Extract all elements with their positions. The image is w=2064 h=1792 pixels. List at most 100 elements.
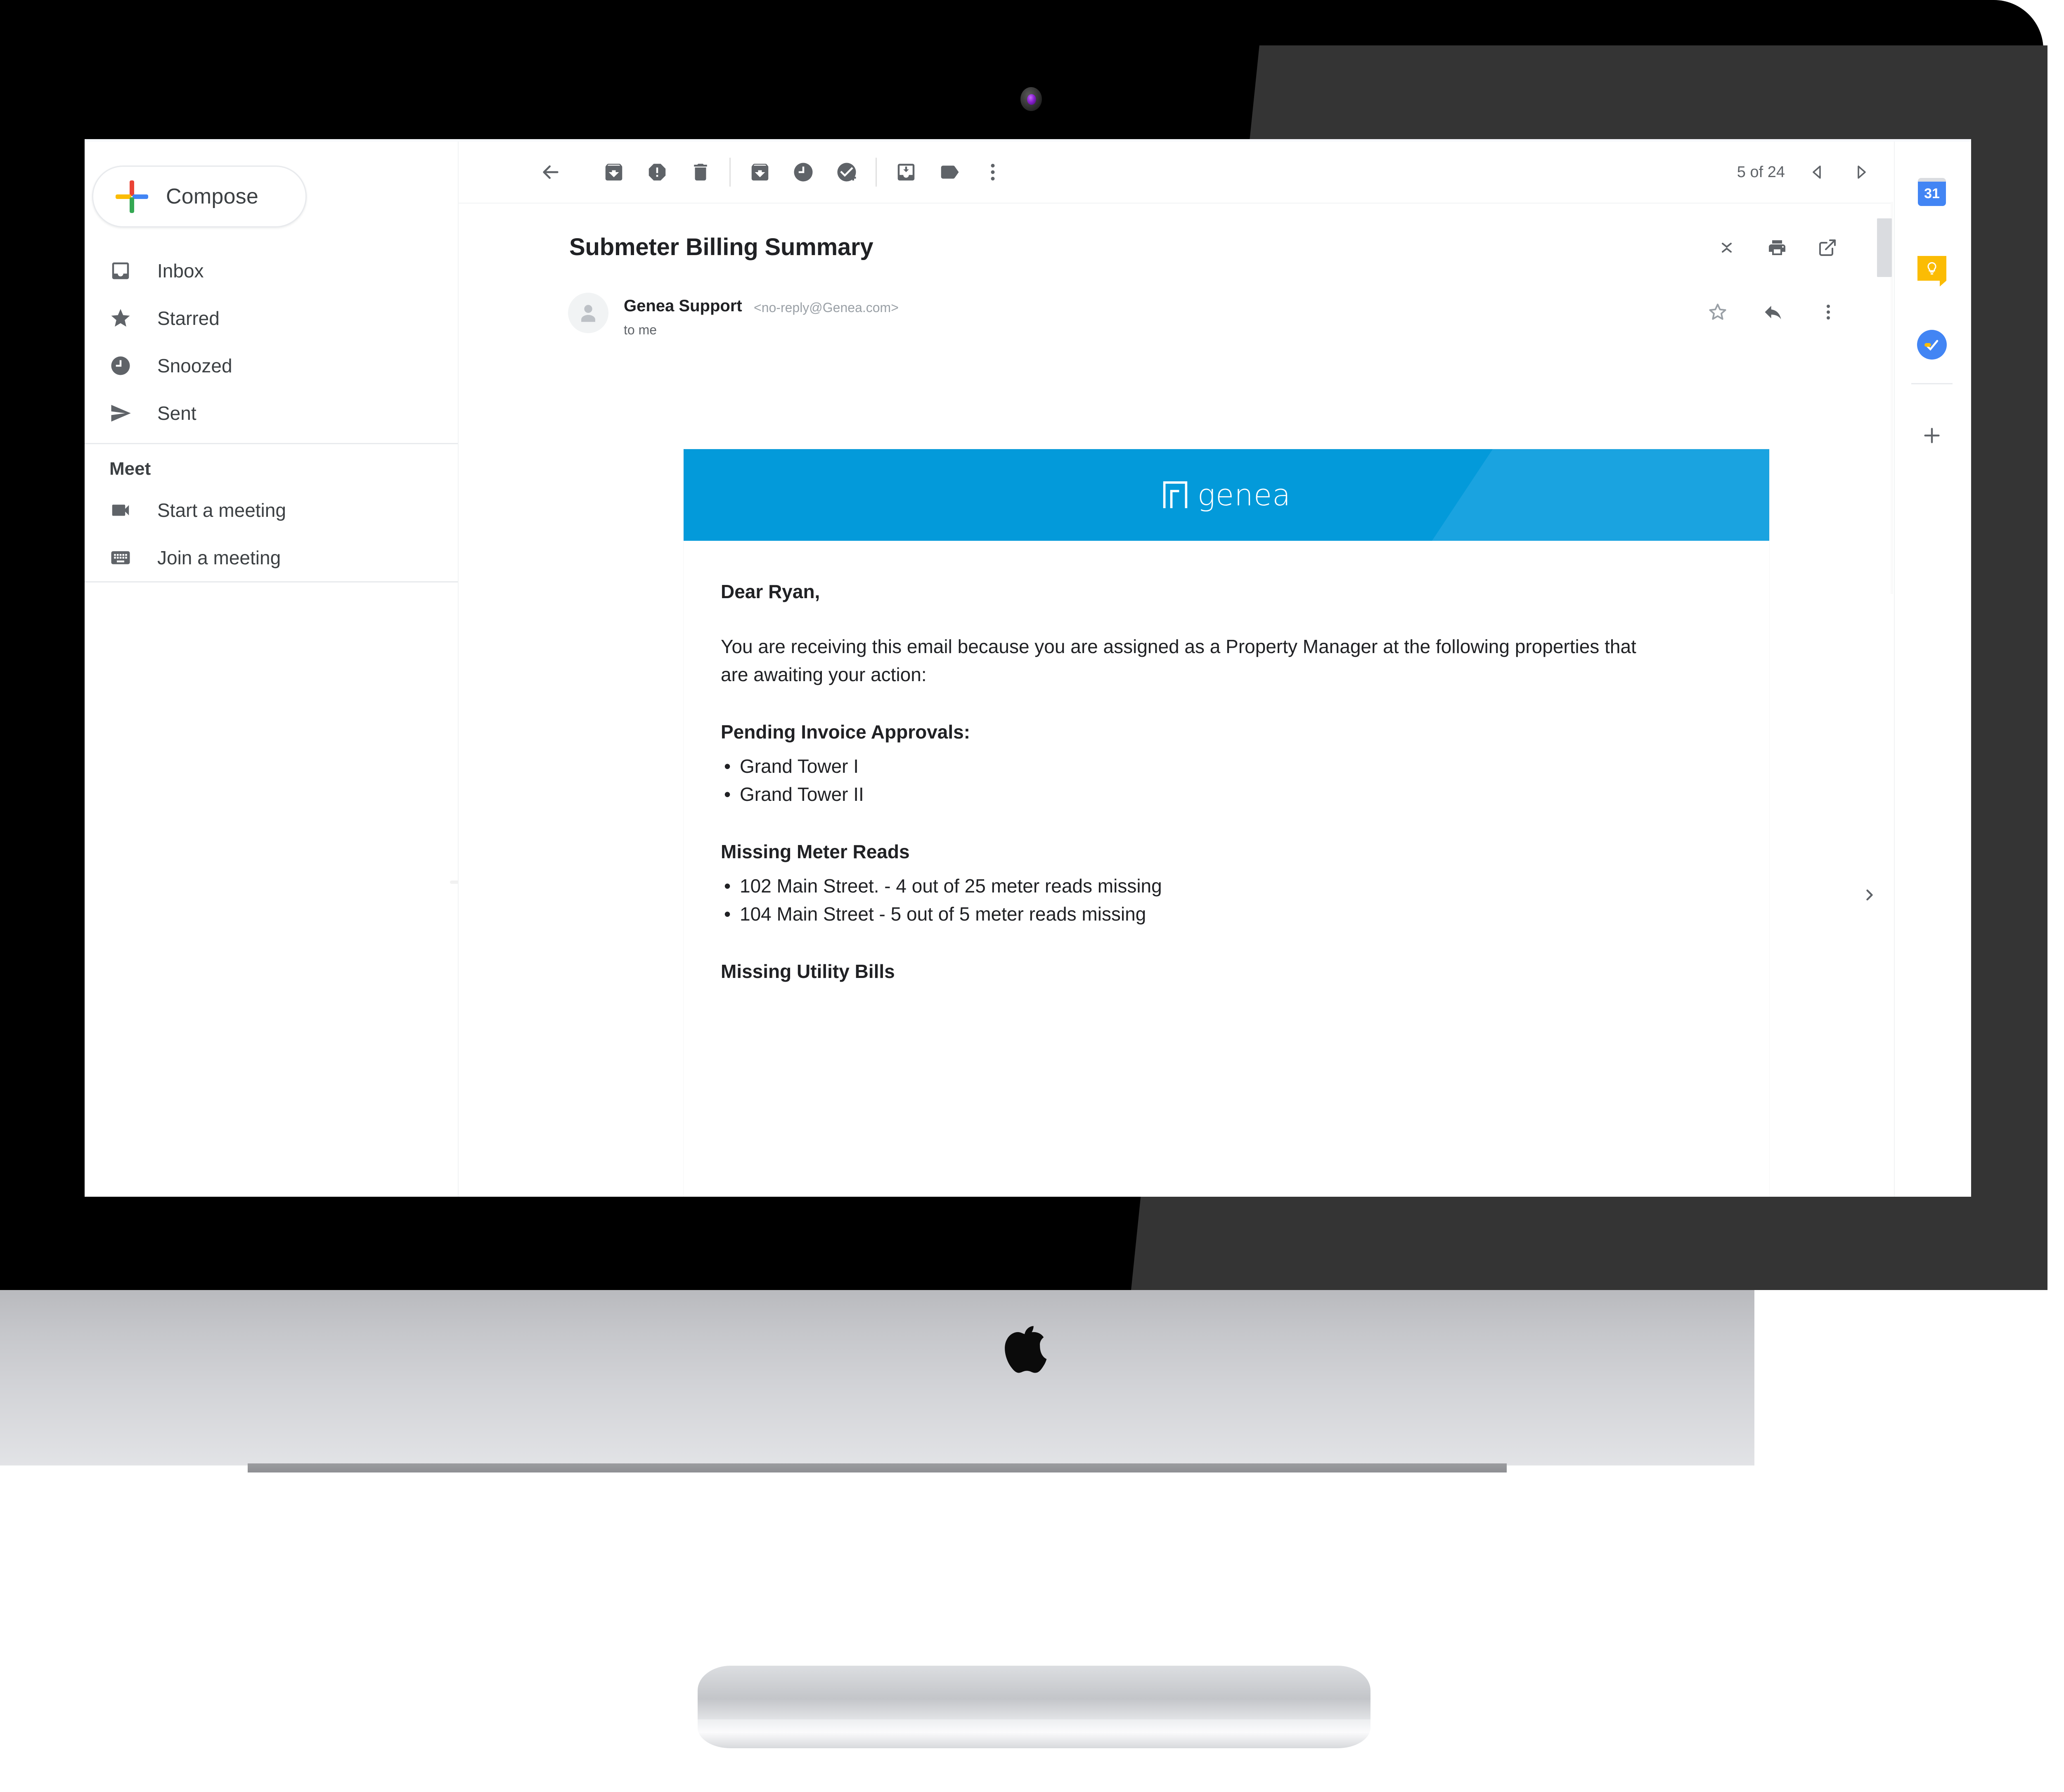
email-greeting: Dear Ryan, xyxy=(721,581,820,602)
clock-icon xyxy=(794,163,812,182)
list-item: 104 Main Street - 5 out of 5 meter reads… xyxy=(721,900,1769,928)
sidebar-item-label: Inbox xyxy=(157,260,204,282)
message-toolbar: 5 of 24 xyxy=(459,142,1893,203)
clock-icon xyxy=(109,355,138,377)
sidebar-divider xyxy=(85,443,458,444)
inbox-icon xyxy=(109,260,138,282)
print-all-button[interactable] xyxy=(1761,232,1793,264)
genea-logo: genea xyxy=(1162,478,1291,512)
back-to-inbox-button[interactable] xyxy=(529,151,572,194)
pager-count: 5 of 24 xyxy=(1737,163,1785,181)
star-icon xyxy=(109,307,138,329)
sender-address: <no-reply@Genea.com> xyxy=(754,300,899,315)
more-vertical-icon xyxy=(1827,305,1830,320)
keyboard-icon xyxy=(109,547,138,569)
sidebar-item-inbox[interactable]: Inbox xyxy=(85,247,458,294)
google-keep-button[interactable] xyxy=(1915,251,1949,286)
toolbar-rule xyxy=(459,203,1893,204)
banner-left-wedge xyxy=(684,449,1493,541)
video-camera-icon xyxy=(109,499,138,521)
meet-section-header: Meet xyxy=(109,459,151,479)
sidebar-item-label: Starred xyxy=(157,307,220,329)
google-plus-icon xyxy=(115,180,149,213)
monitor-stand-base-edge xyxy=(698,1719,1370,1748)
task-check-icon xyxy=(837,163,856,182)
more-message-options-button[interactable] xyxy=(1812,296,1844,328)
sidebar-item-label: Start a meeting xyxy=(157,499,286,521)
print-icon xyxy=(1769,240,1785,255)
delete-button[interactable] xyxy=(679,151,722,194)
genea-mark-icon xyxy=(1163,481,1187,508)
previous-icon xyxy=(1812,166,1821,179)
reply-icon xyxy=(1765,305,1781,320)
missing-meter-reads-list: 102 Main Street. - 4 out of 25 meter rea… xyxy=(721,872,1769,928)
calendar-icon: 31 xyxy=(1918,178,1946,206)
open-in-new-window-button[interactable] xyxy=(1811,232,1844,264)
subject-actions xyxy=(1711,232,1844,264)
gmail-screen: Compose Inbox Starred Snoozed Sent Meet … xyxy=(85,139,1971,1197)
snooze-button[interactable] xyxy=(781,151,825,194)
genea-banner: genea xyxy=(684,449,1769,541)
expand-side-panel-button[interactable] xyxy=(1855,881,1884,909)
sidebar: Compose Inbox Starred Snoozed Sent Meet … xyxy=(85,142,461,1197)
tasks-icon xyxy=(1917,330,1947,360)
more-options-button[interactable] xyxy=(971,151,1014,194)
sidebar-item-starred[interactable]: Starred xyxy=(85,294,458,342)
keep-bulb-icon xyxy=(1917,256,1946,286)
sidebar-item-label: Sent xyxy=(157,402,196,424)
message-actions xyxy=(1702,296,1844,328)
add-to-tasks-button[interactable] xyxy=(825,151,868,194)
collapse-all-button[interactable] xyxy=(1711,232,1743,264)
compose-label: Compose xyxy=(166,185,258,208)
arrow-left-icon xyxy=(542,165,559,179)
rail-divider xyxy=(1911,383,1953,384)
mark-unread-button[interactable] xyxy=(738,151,781,194)
scrollbar-thumb[interactable] xyxy=(1877,218,1892,277)
email-body: Dear Ryan, You are receiving this email … xyxy=(684,541,1769,982)
section-heading-missing-meter-reads: Missing Meter Reads xyxy=(721,841,910,863)
monitor-chin xyxy=(0,1290,1754,1465)
plus-icon xyxy=(1924,428,1940,443)
genea-wordmark: genea xyxy=(1197,478,1291,512)
report-spam-button[interactable] xyxy=(635,151,679,194)
sidebar-item-snoozed[interactable]: Snoozed xyxy=(85,342,458,389)
trash-icon xyxy=(694,163,707,181)
move-to-inbox-icon xyxy=(897,163,914,181)
google-tasks-button[interactable] xyxy=(1915,327,1949,362)
sidebar-item-label: Snoozed xyxy=(157,355,232,376)
message-pane: 5 of 24 Submeter Billing Summary Genea S… xyxy=(459,142,1893,1197)
star-outline-icon xyxy=(1709,303,1726,320)
page-title: Submeter Billing Summary xyxy=(569,234,873,260)
sidebar-item-label: Join a meeting xyxy=(157,547,281,568)
sidebar-item-sent[interactable]: Sent xyxy=(85,389,458,437)
mail-icon xyxy=(751,163,768,181)
imac-device: Compose Inbox Starred Snoozed Sent Meet … xyxy=(0,0,2064,1792)
archive-button[interactable] xyxy=(592,151,635,194)
sidebar-bottom-divider xyxy=(85,581,458,582)
list-item: Grand Tower I xyxy=(721,752,1769,780)
send-icon xyxy=(109,402,138,424)
compose-button[interactable]: Compose xyxy=(92,166,307,227)
email-body-card: genea Dear Ryan, You are receiving this … xyxy=(684,449,1769,1197)
archive-icon xyxy=(605,163,622,181)
sender-name: Genea Support xyxy=(624,297,742,315)
next-icon xyxy=(1857,166,1866,179)
label-icon xyxy=(941,166,959,179)
google-calendar-button[interactable]: 31 xyxy=(1915,175,1949,209)
list-item: Grand Tower II xyxy=(721,780,1769,808)
sidebar-item-start-meeting[interactable]: Start a meeting xyxy=(85,486,458,534)
side-panel-rail: 31 xyxy=(1894,142,1971,1197)
toolbar-divider xyxy=(876,158,877,187)
recipient-label: to me xyxy=(624,322,657,337)
add-app-button[interactable] xyxy=(1915,418,1949,453)
webcam-lens-icon xyxy=(1027,94,1036,105)
move-to-button[interactable] xyxy=(884,151,928,194)
reply-button[interactable] xyxy=(1757,296,1789,328)
next-message-button[interactable] xyxy=(1839,151,1882,194)
sidebar-item-join-meeting[interactable]: Join a meeting xyxy=(85,534,458,581)
apple-logo xyxy=(995,1319,1053,1393)
section-heading-missing-utility-bills: Missing Utility Bills xyxy=(721,961,895,982)
previous-message-button[interactable] xyxy=(1796,151,1839,194)
labels-button[interactable] xyxy=(928,151,971,194)
star-message-button[interactable] xyxy=(1702,296,1734,328)
